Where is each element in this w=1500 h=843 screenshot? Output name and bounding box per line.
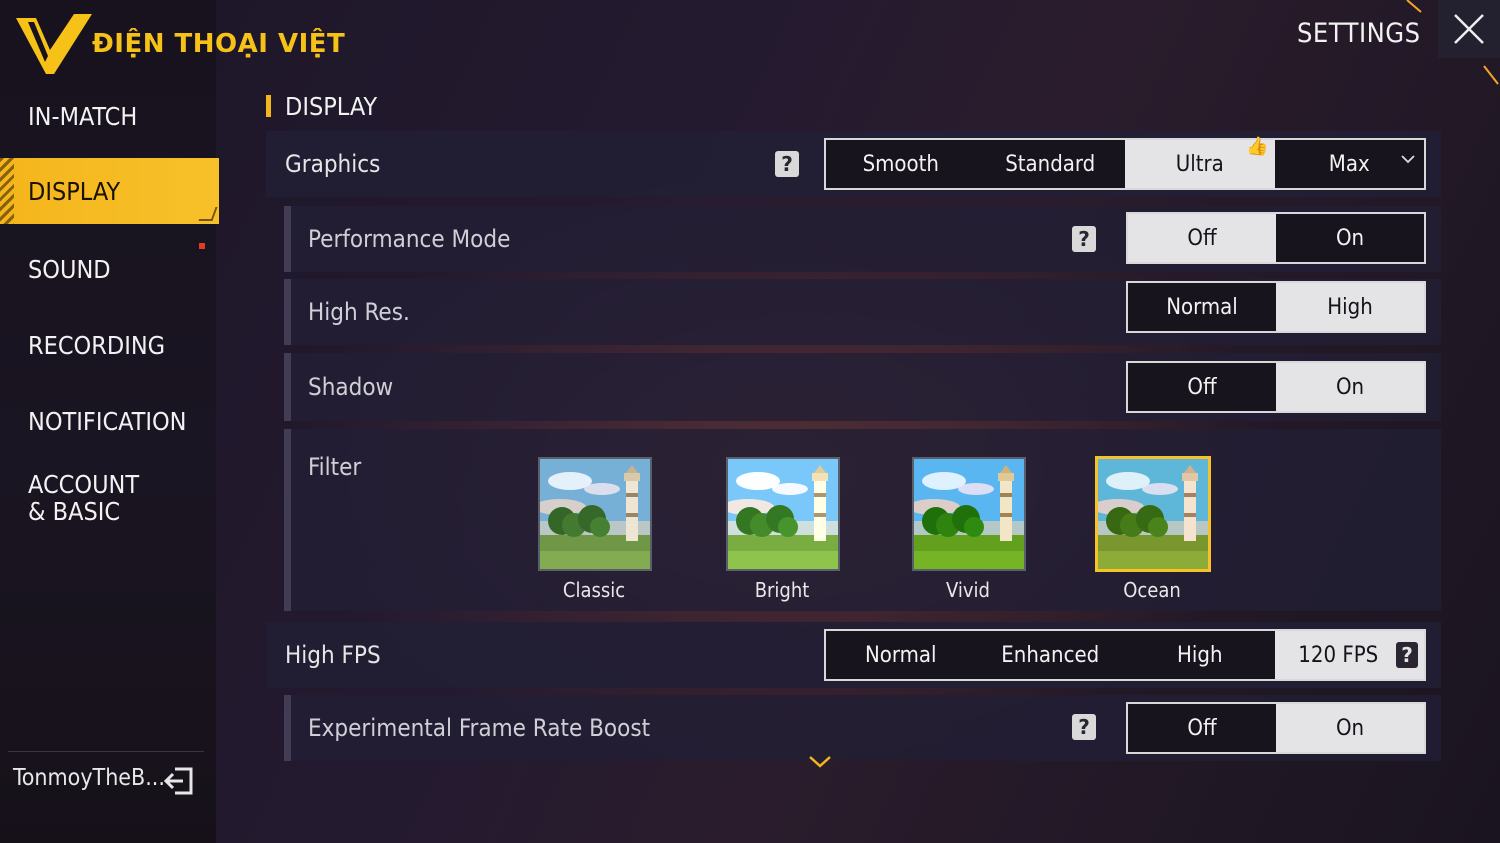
- fps-option-120[interactable]: 120 FPS ?: [1274, 631, 1424, 679]
- filter-vivid-label: Vivid: [946, 578, 990, 602]
- sidebar-item-label: SOUND: [28, 254, 111, 284]
- filter-preview-image: [1098, 459, 1208, 569]
- thumbs-up-icon: 👍: [1246, 136, 1269, 157]
- performance-mode-on[interactable]: On: [1276, 214, 1424, 262]
- frame-boost-toggle[interactable]: Off On: [1126, 702, 1426, 754]
- performance-mode-label: Performance Mode: [308, 225, 511, 253]
- fps-option-enhanced[interactable]: Enhanced: [976, 631, 1126, 679]
- shadow-on[interactable]: On: [1276, 363, 1424, 411]
- close-button[interactable]: [1438, 0, 1500, 58]
- close-icon: [1454, 14, 1484, 44]
- shadow-label: Shadow: [308, 373, 394, 401]
- sidebar-item-label: ACCOUNT & BASIC: [28, 470, 140, 526]
- sidebar-item-label: RECORDING: [28, 330, 166, 360]
- sidebar-item-label: IN-MATCH: [28, 101, 138, 131]
- frame-boost-label: Experimental Frame Rate Boost: [308, 714, 651, 742]
- sidebar-item-sound[interactable]: SOUND: [0, 236, 216, 302]
- filter-ocean-thumbnail[interactable]: [1095, 456, 1211, 572]
- username: TonmoyTheB...: [13, 765, 165, 791]
- sidebar-item-account-basic[interactable]: ACCOUNT & BASIC: [0, 465, 150, 531]
- chevron-down-icon: [1401, 155, 1415, 164]
- filter-bright-label: Bright: [754, 578, 810, 602]
- filter-row: Filter: [284, 429, 1441, 611]
- sidebar-item-recording[interactable]: RECORDING: [0, 312, 216, 378]
- sidebar-item-label: DISPLAY: [28, 176, 121, 206]
- sidebar: ĐIỆN THOẠI VIỆT IN-MATCH DISPLAY SOUND R…: [0, 0, 345, 843]
- high-fps-label: High FPS: [285, 641, 381, 669]
- help-icon[interactable]: ?: [1072, 226, 1096, 252]
- logo-text: ĐIỆN THOẠI VIỆT: [92, 29, 346, 59]
- filter-preview-image: [540, 459, 650, 569]
- option-label: 120 FPS: [1298, 642, 1379, 668]
- high-res-label: High Res.: [308, 298, 410, 326]
- shadow-off[interactable]: Off: [1128, 363, 1276, 411]
- performance-mode-toggle[interactable]: Off On: [1126, 212, 1426, 264]
- graphics-option-max[interactable]: Max: [1275, 140, 1425, 188]
- help-icon[interactable]: ?: [1072, 714, 1096, 740]
- filter-ocean-label: Ocean: [1123, 578, 1181, 602]
- filter-label: Filter: [308, 453, 362, 481]
- logout-icon[interactable]: [163, 764, 195, 798]
- sidebar-item-notification[interactable]: NOTIFICATION: [0, 388, 216, 454]
- sidebar-item-in-match[interactable]: IN-MATCH: [0, 83, 216, 149]
- graphics-selector[interactable]: Smooth Standard Ultra 👍 Max: [824, 136, 1426, 190]
- page-title: SETTINGS: [1297, 18, 1421, 49]
- filter-bright-thumbnail[interactable]: [726, 457, 840, 571]
- high-res-toggle[interactable]: Normal High: [1126, 281, 1426, 333]
- section-title: DISPLAY: [266, 92, 377, 121]
- performance-mode-off[interactable]: Off: [1128, 214, 1276, 262]
- option-label: Max: [1328, 151, 1370, 177]
- corner-decoration: [1483, 65, 1499, 85]
- option-label: Ultra: [1175, 151, 1224, 177]
- fps-option-high[interactable]: High: [1125, 631, 1275, 679]
- graphics-option-standard[interactable]: Standard: [976, 140, 1126, 188]
- brand-logo: ĐIỆN THOẠI VIỆT: [14, 12, 345, 76]
- shadow-toggle[interactable]: Off On: [1126, 361, 1426, 413]
- scroll-down-chevron-icon[interactable]: [808, 754, 832, 770]
- help-icon[interactable]: ?: [775, 151, 799, 177]
- corner-decoration: [1406, 0, 1422, 13]
- graphics-option-smooth[interactable]: Smooth: [826, 140, 976, 188]
- fps-option-normal[interactable]: Normal: [826, 631, 976, 679]
- frame-boost-off[interactable]: Off: [1128, 704, 1276, 752]
- help-icon[interactable]: ?: [1396, 642, 1418, 668]
- logo-v-icon: [16, 14, 92, 74]
- filter-vivid-thumbnail[interactable]: [912, 457, 1026, 571]
- graphics-label: Graphics: [285, 150, 381, 178]
- sidebar-item-display[interactable]: DISPLAY: [0, 158, 219, 224]
- frame-boost-on[interactable]: On: [1276, 704, 1424, 752]
- filter-classic-label: Classic: [562, 578, 626, 602]
- filter-classic-thumbnail[interactable]: [538, 457, 652, 571]
- graphics-option-ultra[interactable]: Ultra 👍: [1125, 136, 1275, 188]
- high-res-normal[interactable]: Normal: [1128, 283, 1276, 331]
- high-res-high[interactable]: High: [1276, 283, 1424, 331]
- filter-preview-image: [914, 459, 1024, 569]
- sidebar-item-label: NOTIFICATION: [28, 406, 187, 436]
- filter-preview-image: [728, 459, 838, 569]
- divider: [8, 751, 204, 752]
- high-fps-selector[interactable]: Normal Enhanced High 120 FPS ?: [824, 629, 1426, 681]
- notification-dot: [199, 243, 205, 249]
